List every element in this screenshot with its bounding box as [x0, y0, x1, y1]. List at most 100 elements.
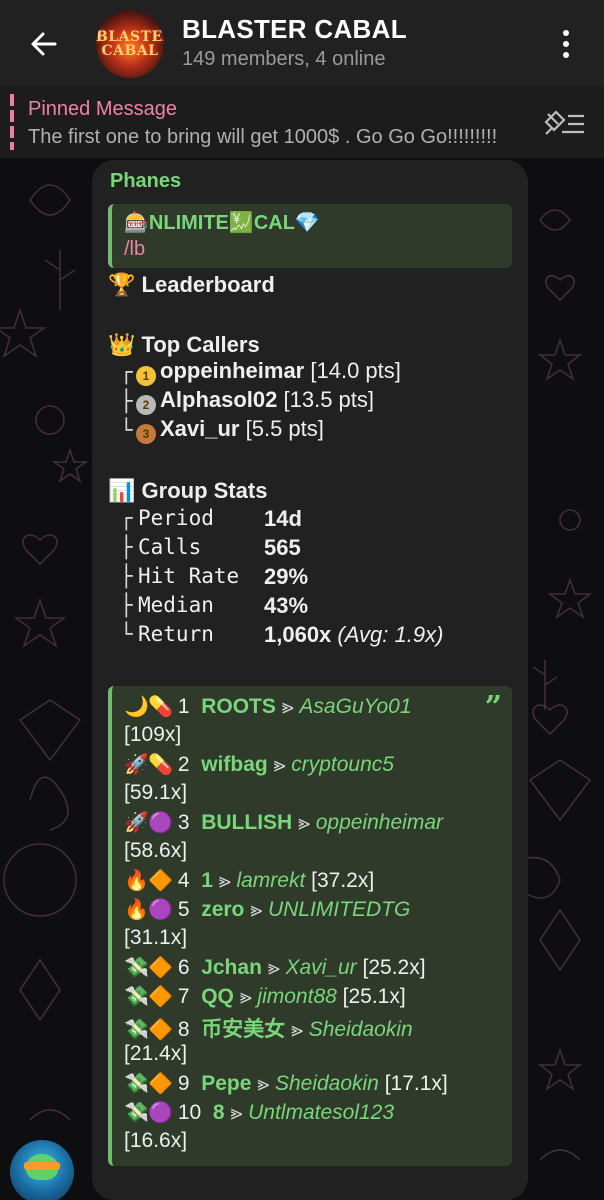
call-rank: 10 — [177, 1101, 202, 1124]
call-user[interactable]: jimont88 — [257, 985, 336, 1008]
medal-icon: 1 — [136, 366, 156, 386]
call-token[interactable]: QQ — [201, 985, 234, 1008]
call-rank: 8 — [177, 1018, 190, 1041]
chat-title[interactable]: BLASTER CABAL — [182, 14, 407, 45]
call-multiplier: [58.6x] — [124, 839, 188, 862]
group-stats-heading: 📊 Group Stats — [108, 478, 268, 503]
tree-lines: ┌ ├ └ — [120, 360, 133, 442]
avatar-logo-text: BLASTER CABAL — [96, 29, 164, 59]
chart-icon: 💹 — [228, 212, 254, 234]
stat-label: Hit Rate — [138, 564, 240, 588]
top-caller-row: 2 Alphasol02 [13.5 pts] — [136, 387, 374, 415]
call-badge-icon: 🔶 — [148, 870, 173, 892]
call-user[interactable]: Sheidaokin — [309, 1018, 413, 1041]
reply-preview[interactable]: 🎰NLIMITE💹CAL💎 /lb — [108, 204, 512, 268]
pinned-label: Pinned Message — [28, 98, 177, 120]
medal-icon: 3 — [136, 424, 156, 444]
call-user[interactable]: cryptounc5 — [291, 753, 394, 776]
medal-icon: 2 — [136, 395, 156, 415]
call-emoji-icon: 🔥 — [124, 870, 149, 892]
call-multiplier: [25.1x] — [342, 985, 406, 1008]
pinned-indicator — [10, 94, 14, 150]
call-arrow: ⪢ — [250, 898, 263, 921]
reply-title: 🎰NLIMITE💹CAL💎 — [124, 212, 320, 234]
call-emoji-icon: 🔥 — [124, 899, 149, 921]
call-row: 🚀💊 2 wifbag ⪢ cryptounc5 — [124, 752, 394, 777]
top-callers-heading: 👑 Top Callers — [108, 332, 260, 357]
stat-value: 14d — [264, 506, 302, 531]
call-rank: 1 — [177, 695, 190, 718]
call-multiplier: [37.2x] — [311, 869, 375, 892]
more-vertical-icon — [563, 30, 569, 36]
call-arrow: ⪢ — [218, 869, 231, 892]
leaderboard-heading: 🏆 Leaderboard — [108, 272, 275, 297]
call-emoji-icon: 💸 — [124, 1073, 149, 1095]
call-emoji-icon: 💸 — [124, 1019, 149, 1041]
caller-points: [5.5 pts] — [245, 416, 324, 441]
call-user[interactable]: AsaGuYo01 — [299, 695, 411, 718]
call-token[interactable]: wifbag — [201, 753, 268, 776]
call-token[interactable]: 1 — [201, 869, 213, 892]
call-user[interactable]: Untlmatesol123 — [248, 1101, 394, 1124]
call-token[interactable]: Pepe — [201, 1072, 251, 1095]
call-token[interactable]: 币安美女 — [201, 1018, 285, 1041]
call-token[interactable]: Jchan — [201, 956, 262, 979]
call-multiplier: [59.1x] — [124, 781, 188, 804]
top-caller-row: 3 Xavi_ur [5.5 pts] — [136, 416, 324, 444]
call-token[interactable]: BULLISH — [201, 811, 292, 834]
call-badge-icon: 🟣 — [148, 899, 173, 921]
sender-name[interactable]: Phanes — [110, 170, 181, 193]
sender-avatar[interactable] — [10, 1140, 74, 1200]
stat-label: Median — [138, 593, 214, 617]
back-button[interactable] — [22, 22, 66, 66]
call-multiplier: [31.1x] — [124, 926, 188, 949]
call-badge-icon: 🔶 — [148, 1073, 173, 1095]
call-badge-icon: 🔶 — [148, 986, 173, 1008]
more-options-button[interactable] — [548, 22, 584, 66]
call-arrow: ⪢ — [239, 985, 252, 1008]
pinned-text: The first one to bring will get 1000$ . … — [28, 126, 498, 148]
call-multiplier: [17.1x] — [384, 1072, 448, 1095]
group-avatar[interactable]: BLASTER CABAL — [96, 10, 164, 78]
call-badge-icon: 🔶 — [148, 1019, 173, 1041]
call-user[interactable]: UNLIMITEDTG — [268, 898, 410, 921]
call-rank: 3 — [177, 811, 190, 834]
call-user[interactable]: Sheidaokin — [275, 1072, 379, 1095]
call-badge-icon: 💊 — [148, 696, 173, 718]
call-user[interactable]: lamrekt — [236, 869, 305, 892]
tree-line: ├ — [120, 564, 133, 588]
message-bubble[interactable]: Phanes 🎰NLIMITE💹CAL💎 /lb 🏆 Leaderboard 👑… — [92, 160, 528, 1200]
call-badge-icon: 🟣 — [148, 812, 173, 834]
call-user[interactable]: Xavi_ur — [285, 956, 356, 979]
call-rank: 2 — [177, 753, 190, 776]
call-row: 💸🔶 9 Pepe ⪢ Sheidaokin [17.1x] — [124, 1071, 448, 1096]
stat-value: 43% — [264, 593, 309, 618]
call-row: 💸🔶 7 QQ ⪢ jimont88 [25.1x] — [124, 984, 406, 1009]
caller-name: Xavi_ur — [160, 416, 240, 441]
chat-header: BLASTER CABAL BLASTER CABAL 149 members,… — [0, 0, 604, 86]
stat-label: Return — [138, 622, 214, 646]
pin-list-icon[interactable] — [542, 108, 588, 140]
call-emoji-icon: 💸 — [124, 986, 149, 1008]
call-rank: 6 — [177, 956, 190, 979]
call-arrow: ⪢ — [273, 753, 286, 776]
caller-points: [13.5 pts] — [283, 387, 375, 412]
stat-label: Period — [138, 506, 214, 530]
tree-line: ├ — [120, 593, 133, 617]
call-token[interactable]: 8 — [213, 1101, 225, 1124]
call-user[interactable]: oppeinheimar — [316, 811, 443, 834]
call-row: 💸🟣 10 8 ⪢ Untlmatesol123 — [124, 1100, 394, 1125]
call-token[interactable]: ROOTS — [201, 695, 276, 718]
call-multiplier: [16.6x] — [124, 1129, 188, 1152]
chat-subtitle: 149 members, 4 online — [182, 48, 386, 70]
call-multiplier: [109x] — [124, 723, 182, 746]
call-token[interactable]: zero — [201, 898, 244, 921]
stat-value: 565 — [264, 535, 301, 560]
quote-icon: ” — [484, 690, 502, 725]
call-arrow: ⪢ — [291, 1018, 303, 1041]
call-badge-icon: 💊 — [148, 754, 173, 776]
tree-line: ┌ — [120, 506, 133, 530]
call-arrow: ⪢ — [257, 1072, 270, 1095]
pinned-message-bar[interactable]: Pinned Message The first one to bring wi… — [0, 86, 604, 158]
arrow-left-icon — [31, 32, 57, 56]
